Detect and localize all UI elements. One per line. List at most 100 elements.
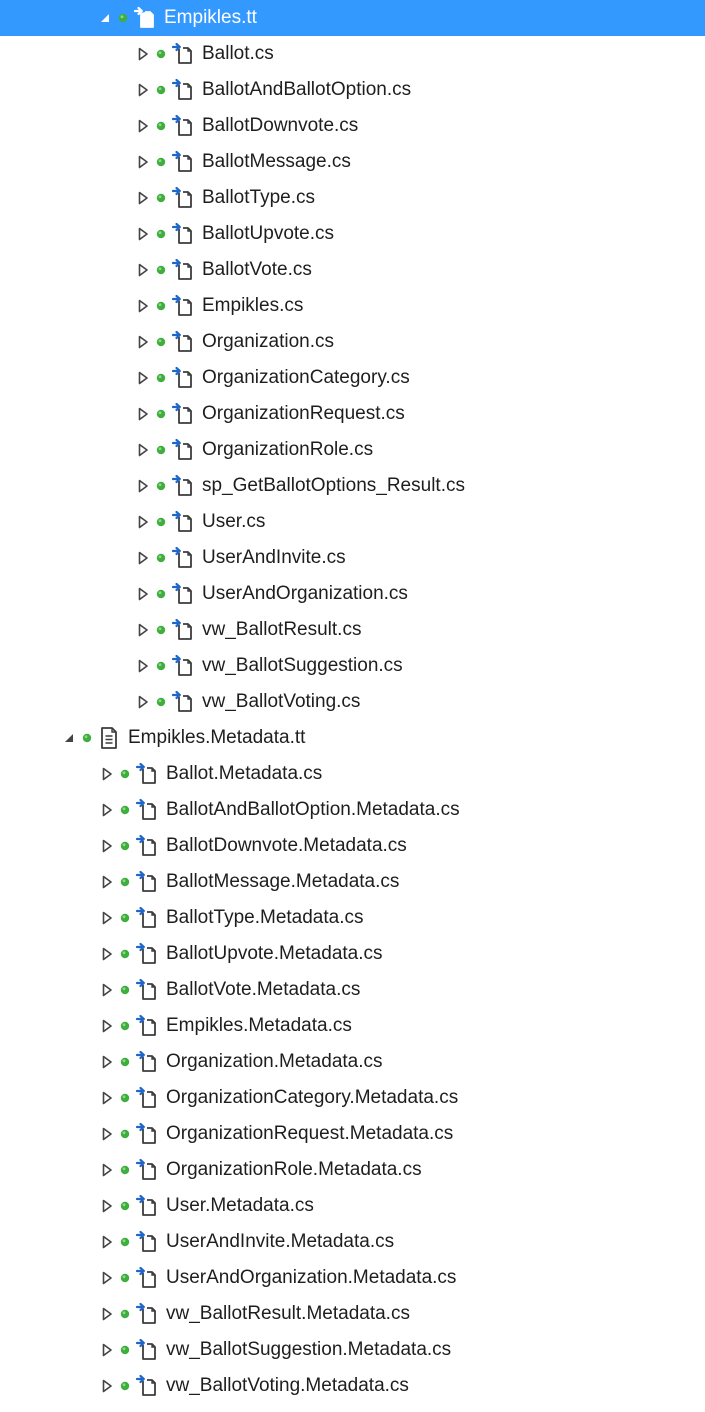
cs-generated-file-icon — [134, 941, 160, 967]
tree-node-metadata-cs-file[interactable]: BallotAndBallotOption.Metadata.cs — [0, 792, 705, 828]
tree-node-label: UserAndInvite.cs — [202, 547, 346, 568]
collapsed-arrow-icon[interactable] — [98, 1304, 116, 1324]
cs-generated-file-icon — [134, 1121, 160, 1147]
collapsed-arrow-icon[interactable] — [134, 404, 152, 424]
source-control-status-icon — [116, 872, 134, 892]
tree-node-cs-file[interactable]: sp_GetBallotOptions_Result.cs — [0, 468, 705, 504]
cs-generated-file-icon — [170, 653, 196, 679]
tree-node-cs-file[interactable]: BallotMessage.cs — [0, 144, 705, 180]
collapsed-arrow-icon[interactable] — [134, 332, 152, 352]
tree-node-label: OrganizationRole.Metadata.cs — [166, 1159, 422, 1180]
tree-node-cs-file[interactable]: BallotDownvote.cs — [0, 108, 705, 144]
tree-node-metadata-cs-file[interactable]: vw_BallotVoting.Metadata.cs — [0, 1368, 705, 1404]
tree-node-label: vw_BallotSuggestion.cs — [202, 655, 403, 676]
collapsed-arrow-icon[interactable] — [98, 764, 116, 784]
source-control-status-icon — [116, 1052, 134, 1072]
tree-node-cs-file[interactable]: OrganizationCategory.cs — [0, 360, 705, 396]
tree-node-cs-file[interactable]: Organization.cs — [0, 324, 705, 360]
collapsed-arrow-icon[interactable] — [98, 980, 116, 1000]
tree-node-root-empikles-metadata-tt[interactable]: Empikles.Metadata.tt — [0, 720, 705, 756]
collapsed-arrow-icon[interactable] — [98, 1088, 116, 1108]
tree-node-cs-file[interactable]: Empikles.cs — [0, 288, 705, 324]
cs-generated-file-icon — [170, 509, 196, 535]
tree-node-metadata-cs-file[interactable]: BallotUpvote.Metadata.cs — [0, 936, 705, 972]
collapsed-arrow-icon[interactable] — [98, 944, 116, 964]
source-control-status-icon — [116, 1304, 134, 1324]
tree-node-cs-file[interactable]: BallotType.cs — [0, 180, 705, 216]
collapsed-arrow-icon[interactable] — [134, 512, 152, 532]
collapsed-arrow-icon[interactable] — [134, 440, 152, 460]
collapsed-arrow-icon[interactable] — [134, 44, 152, 64]
tree-node-cs-file[interactable]: vw_BallotSuggestion.cs — [0, 648, 705, 684]
tree-node-cs-file[interactable]: BallotVote.cs — [0, 252, 705, 288]
collapsed-arrow-icon[interactable] — [98, 1340, 116, 1360]
tree-node-metadata-cs-file[interactable]: Empikles.Metadata.cs — [0, 1008, 705, 1044]
tree-node-label: Organization.cs — [202, 331, 335, 352]
source-control-status-icon — [152, 584, 170, 604]
collapsed-arrow-icon[interactable] — [134, 548, 152, 568]
collapsed-arrow-icon[interactable] — [98, 836, 116, 856]
collapsed-arrow-icon[interactable] — [134, 188, 152, 208]
collapsed-arrow-icon[interactable] — [134, 152, 152, 172]
source-control-status-icon — [116, 1268, 134, 1288]
collapsed-arrow-icon[interactable] — [98, 1376, 116, 1396]
tree-node-label: OrganizationCategory.Metadata.cs — [166, 1087, 459, 1108]
tree-node-metadata-cs-file[interactable]: OrganizationCategory.Metadata.cs — [0, 1080, 705, 1116]
source-control-status-icon — [116, 1376, 134, 1396]
tree-node-cs-file[interactable]: UserAndOrganization.cs — [0, 576, 705, 612]
source-control-status-icon — [152, 440, 170, 460]
tree-node-metadata-cs-file[interactable]: vw_BallotSuggestion.Metadata.cs — [0, 1332, 705, 1368]
tree-node-metadata-cs-file[interactable]: BallotType.Metadata.cs — [0, 900, 705, 936]
tree-node-cs-file[interactable]: vw_BallotVoting.cs — [0, 684, 705, 720]
tree-node-metadata-cs-file[interactable]: UserAndInvite.Metadata.cs — [0, 1224, 705, 1260]
cs-generated-file-icon — [134, 797, 160, 823]
tree-node-metadata-cs-file[interactable]: Organization.Metadata.cs — [0, 1044, 705, 1080]
tree-node-cs-file[interactable]: UserAndInvite.cs — [0, 540, 705, 576]
collapsed-arrow-icon[interactable] — [98, 1124, 116, 1144]
collapsed-arrow-icon[interactable] — [98, 1196, 116, 1216]
tree-node-metadata-cs-file[interactable]: BallotVote.Metadata.cs — [0, 972, 705, 1008]
tree-node-metadata-cs-file[interactable]: User.Metadata.cs — [0, 1188, 705, 1224]
tree-node-metadata-cs-file[interactable]: vw_BallotResult.Metadata.cs — [0, 1296, 705, 1332]
tree-node-cs-file[interactable]: BallotAndBallotOption.cs — [0, 72, 705, 108]
tree-node-cs-file[interactable]: BallotUpvote.cs — [0, 216, 705, 252]
collapsed-arrow-icon[interactable] — [98, 1052, 116, 1072]
tree-node-cs-file[interactable]: Ballot.cs — [0, 36, 705, 72]
collapsed-arrow-icon[interactable] — [98, 1232, 116, 1252]
collapsed-arrow-icon[interactable] — [134, 584, 152, 604]
collapsed-arrow-icon[interactable] — [134, 296, 152, 316]
collapsed-arrow-icon[interactable] — [134, 224, 152, 244]
tree-node-metadata-cs-file[interactable]: OrganizationRequest.Metadata.cs — [0, 1116, 705, 1152]
tree-node-cs-file[interactable]: OrganizationRole.cs — [0, 432, 705, 468]
tree-node-metadata-cs-file[interactable]: Ballot.Metadata.cs — [0, 756, 705, 792]
tree-node-cs-file[interactable]: User.cs — [0, 504, 705, 540]
collapsed-arrow-icon[interactable] — [98, 1016, 116, 1036]
collapsed-arrow-icon[interactable] — [98, 1160, 116, 1180]
collapsed-arrow-icon[interactable] — [134, 656, 152, 676]
collapsed-arrow-icon[interactable] — [134, 476, 152, 496]
collapsed-arrow-icon[interactable] — [134, 620, 152, 640]
expanded-arrow-icon[interactable] — [96, 8, 114, 28]
tree-node-cs-file[interactable]: vw_BallotResult.cs — [0, 612, 705, 648]
collapsed-arrow-icon[interactable] — [134, 692, 152, 712]
tree-node-metadata-cs-file[interactable]: BallotDownvote.Metadata.cs — [0, 828, 705, 864]
tree-node-root-empikles-tt[interactable]: Empikles.tt — [0, 0, 705, 36]
collapsed-arrow-icon[interactable] — [134, 80, 152, 100]
collapsed-arrow-icon[interactable] — [134, 260, 152, 280]
collapsed-arrow-icon[interactable] — [134, 368, 152, 388]
tree-node-label: vw_BallotResult.Metadata.cs — [166, 1303, 410, 1324]
cs-generated-file-icon — [134, 1301, 160, 1327]
tree-node-cs-file[interactable]: OrganizationRequest.cs — [0, 396, 705, 432]
cs-generated-file-icon — [132, 5, 158, 31]
collapsed-arrow-icon[interactable] — [98, 908, 116, 928]
cs-generated-file-icon — [170, 545, 196, 571]
collapsed-arrow-icon[interactable] — [98, 800, 116, 820]
collapsed-arrow-icon[interactable] — [98, 872, 116, 892]
tree-node-metadata-cs-file[interactable]: BallotMessage.Metadata.cs — [0, 864, 705, 900]
tree-node-metadata-cs-file[interactable]: UserAndOrganization.Metadata.cs — [0, 1260, 705, 1296]
source-control-status-icon — [152, 296, 170, 316]
collapsed-arrow-icon[interactable] — [134, 116, 152, 136]
expanded-arrow-icon[interactable] — [60, 728, 78, 748]
tree-node-metadata-cs-file[interactable]: OrganizationRole.Metadata.cs — [0, 1152, 705, 1188]
collapsed-arrow-icon[interactable] — [98, 1268, 116, 1288]
